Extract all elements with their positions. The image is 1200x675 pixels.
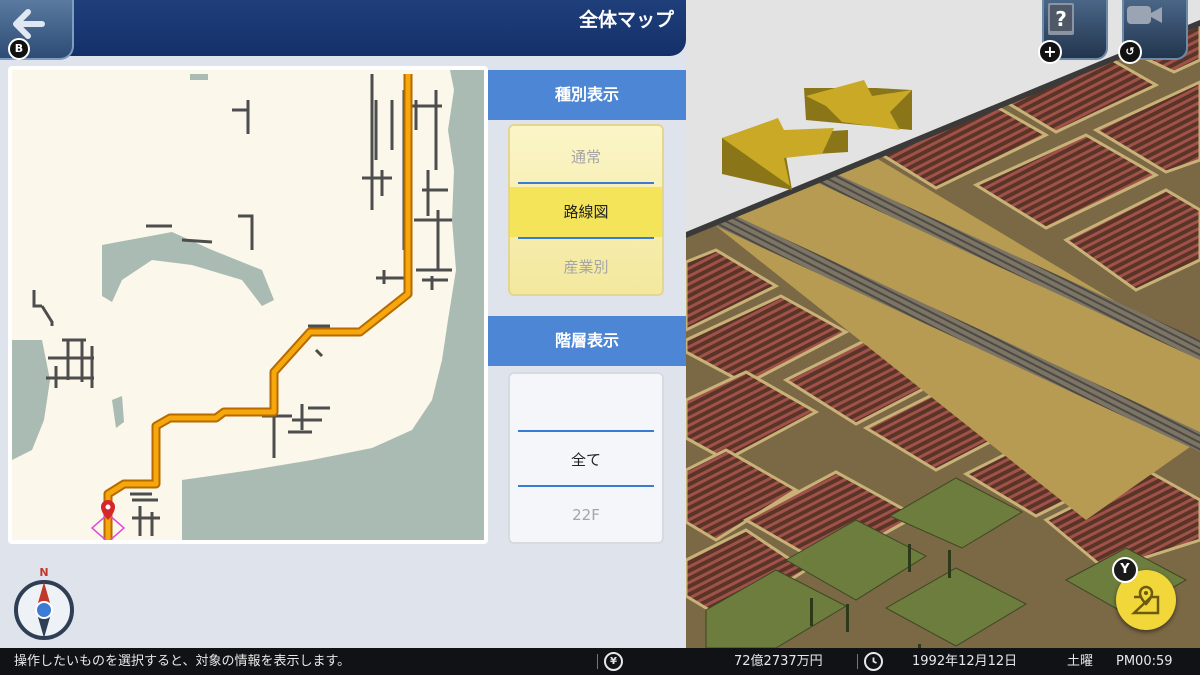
panel-header: 全体マップ [0,0,686,56]
svg-text:?: ? [1055,7,1067,31]
floor-display-heading: 階層表示 [488,316,686,366]
floor-option-blank[interactable] [510,380,662,430]
option-route-map[interactable]: 路線図 [510,187,662,237]
route-map-canvas [12,70,484,540]
compass-icon: N [14,566,74,640]
game-viewport[interactable]: ? + ↺ [686,0,1200,648]
floor-display-options: 全て 22F [508,372,664,544]
game-time: PM00:59 [1116,654,1173,669]
game-weekday: 土曜 [1067,654,1094,669]
game-date: 1992年12月12日 [912,654,1018,669]
floor-option-all[interactable]: 全て [510,435,662,485]
yen-icon: ¥ [604,652,623,671]
status-bar: 操作したいものを選択すると、対象の情報を表示します。 ¥ 72億2737万円 1… [0,648,1200,675]
option-normal[interactable]: 通常 [510,132,662,182]
option-divider [518,182,654,184]
type-display-options: 通常 路線図 産業別 [508,124,664,296]
status-divider [857,654,858,669]
isometric-farmland-scene [686,0,1200,648]
clock-icon [864,652,883,671]
option-divider [518,430,654,432]
status-divider [597,654,598,669]
floor-option-22f[interactable]: 22F [510,490,662,540]
y-button-badge: Y [1112,557,1138,583]
overview-map-panel: 全体マップ B 種別表示 通常 路線図 産業別 階層表示 全て 22F N [0,0,686,648]
type-display-heading: 種別表示 [488,70,686,120]
map-pin-icon [1130,585,1160,615]
route-minimap[interactable] [8,66,488,544]
help-book-icon: ? [1048,3,1074,35]
status-message: 操作したいものを選択すると、対象の情報を表示します。 [14,654,351,669]
video-camera-icon [1127,6,1162,24]
option-divider [518,237,654,239]
camera-rotate-badge: ↺ [1118,40,1142,64]
camera-button[interactable]: ↺ [1118,0,1188,64]
page-title: 全体マップ [578,9,674,31]
funds-display: 72億2737万円 [734,654,823,669]
help-plus-badge: + [1038,40,1062,64]
b-button-badge: B [8,38,30,60]
help-button[interactable]: ? + [1038,0,1108,64]
compass[interactable]: N [12,566,76,644]
option-divider [518,485,654,487]
compass-north-label: N [39,566,48,579]
option-industry[interactable]: 産業別 [510,242,662,292]
